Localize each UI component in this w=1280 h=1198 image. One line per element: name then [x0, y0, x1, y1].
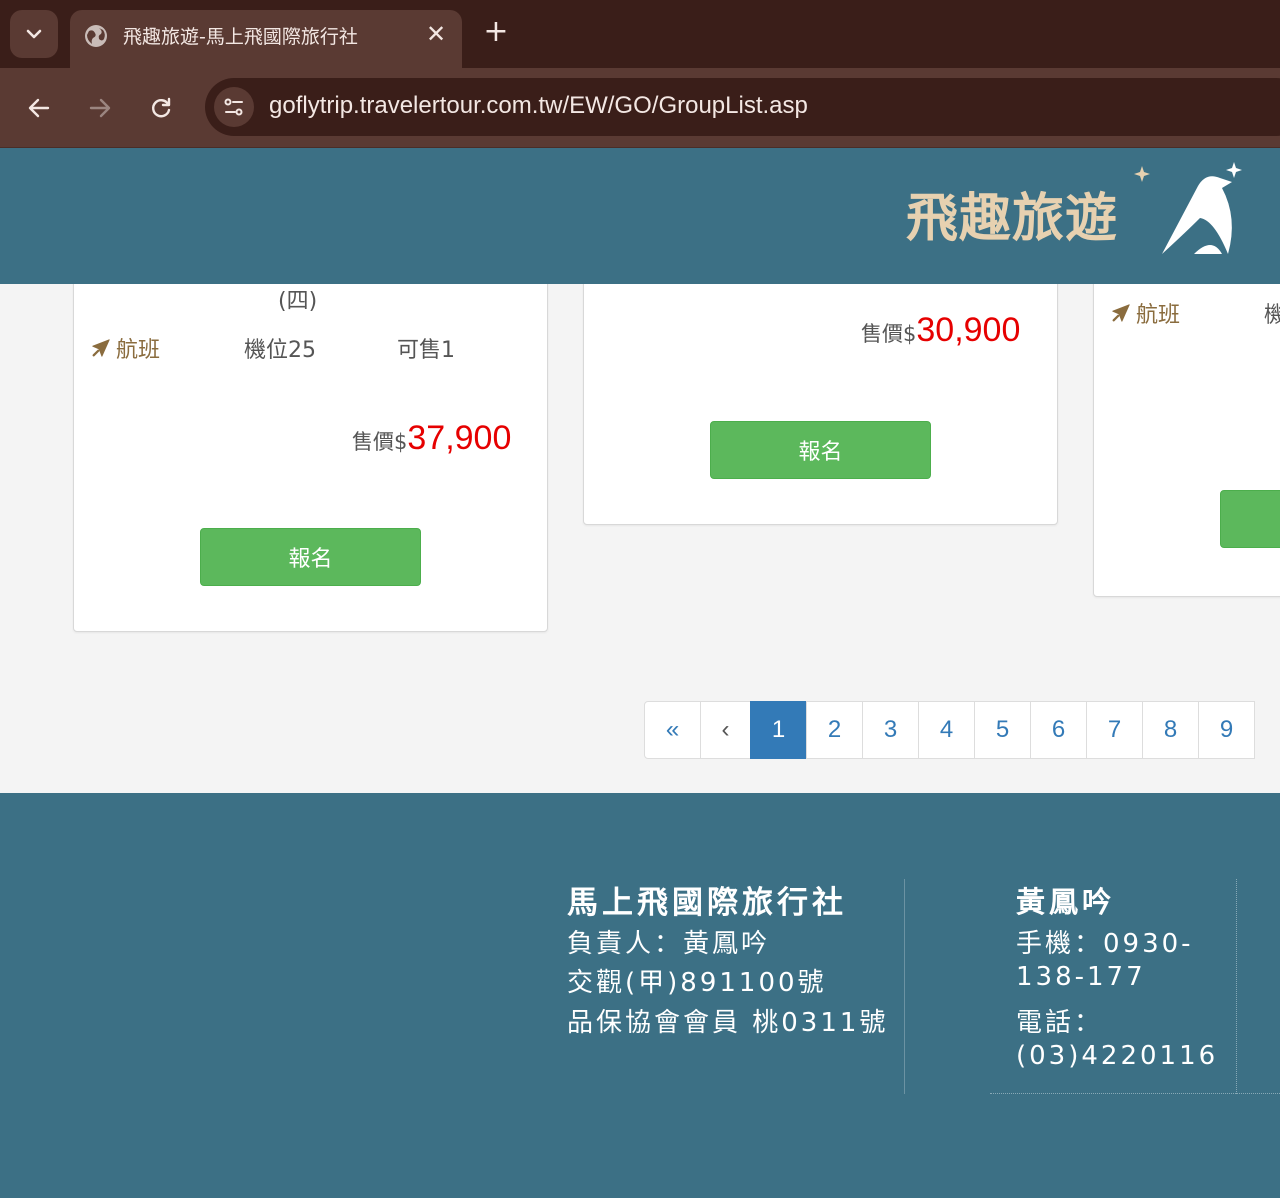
- pagination-page[interactable]: 7: [1086, 701, 1143, 759]
- reload-button[interactable]: [139, 86, 183, 130]
- flight-label: 航班: [1136, 303, 1181, 328]
- site-info-button[interactable]: [214, 87, 254, 127]
- price-prefix: 售價$: [352, 430, 408, 454]
- browser-tab[interactable]: 飛趣旅遊-馬上飛國際旅行社 ✕: [70, 10, 462, 68]
- chevron-down-icon: [26, 29, 42, 39]
- browser-toolbar: goflytrip.travelertour.com.tw/EW/GO/Grou…: [0, 68, 1280, 148]
- tab-title: 飛趣旅遊-馬上飛國際旅行社: [123, 26, 358, 48]
- signup-button[interactable]: 報名: [710, 421, 931, 479]
- signup-button[interactable]: [1220, 490, 1280, 548]
- pagination-page[interactable]: 1: [750, 701, 807, 759]
- footer-owner: 負責人：黃鳳吟: [567, 929, 771, 959]
- back-button[interactable]: [17, 86, 61, 130]
- seat-count: 機位25: [244, 338, 316, 363]
- price-prefix: 售價$: [861, 322, 917, 346]
- price-amount: 37,900: [407, 419, 512, 457]
- url-text[interactable]: goflytrip.travelertour.com.tw/EW/GO/Grou…: [269, 92, 808, 120]
- arrow-right-icon: [89, 98, 111, 118]
- price-amount: 30,900: [916, 311, 1021, 349]
- close-icon[interactable]: ✕: [422, 20, 450, 48]
- footer-mobile-number: 138-177: [1016, 962, 1146, 992]
- pagination-page[interactable]: 2: [806, 701, 863, 759]
- reload-icon: [152, 97, 171, 118]
- footer-phone-number: (03)4220116: [1016, 1041, 1219, 1071]
- pagination-page[interactable]: 6: [1030, 701, 1087, 759]
- browser-tabstrip: 飛趣旅遊-馬上飛國際旅行社 ✕ +: [0, 0, 1280, 68]
- flight-label: 航班: [116, 338, 161, 363]
- footer-dotted-rule: [990, 1093, 1280, 1094]
- forward-button[interactable]: [78, 86, 122, 130]
- flight-info-link[interactable]: 航班: [1110, 297, 1180, 329]
- tour-list: (四) 航班 機位25 可售1 售價$37,900 報名 售價$30,900 報…: [0, 284, 1280, 793]
- footer-divider: [904, 879, 905, 1094]
- footer-contact-name: 黃鳳吟: [1016, 885, 1116, 919]
- pagination-page[interactable]: 3: [862, 701, 919, 759]
- tour-card: 售價$30,900 報名: [583, 284, 1058, 525]
- price: 售價$37,900: [352, 419, 511, 458]
- tour-card: 航班 機: [1093, 284, 1280, 597]
- pagination-page[interactable]: 9: [1198, 701, 1255, 759]
- seat-count: 機: [1264, 303, 1280, 328]
- footer-license: 交觀(甲)891100號: [567, 968, 827, 998]
- footer-membership: 品保協會會員 桃0311號: [567, 1008, 889, 1038]
- arrow-left-icon: [28, 98, 50, 118]
- pagination-page[interactable]: 4: [918, 701, 975, 759]
- tab-search-button[interactable]: [10, 10, 58, 58]
- footer-dotted-divider: [1236, 879, 1237, 1094]
- signup-button[interactable]: 報名: [200, 528, 421, 586]
- available-count: 可售1: [397, 338, 455, 363]
- pagination-prev[interactable]: ‹: [700, 701, 751, 759]
- pagination-page[interactable]: 8: [1142, 701, 1199, 759]
- price: 售價$30,900: [861, 311, 1020, 350]
- plane-icon: [92, 339, 110, 357]
- plane-icon: [1112, 304, 1130, 322]
- pagination-page[interactable]: 5: [974, 701, 1031, 759]
- tour-card: (四) 航班 機位25 可售1 售價$37,900 報名: [73, 284, 548, 632]
- footer-company-name: 馬上飛國際旅行社: [567, 885, 847, 921]
- address-bar[interactable]: goflytrip.travelertour.com.tw/EW/GO/Grou…: [205, 78, 1280, 136]
- pagination: « ‹ 1 2 3 4 5 6 7 8 9: [644, 701, 1255, 759]
- bird-logo-icon[interactable]: [1128, 158, 1252, 268]
- footer-mobile-label: 手機：0930-: [1016, 929, 1194, 959]
- pagination-first[interactable]: «: [644, 701, 701, 759]
- site-logo-text[interactable]: 飛趣旅遊: [906, 176, 1118, 251]
- departure-weekday: (四): [278, 289, 318, 314]
- new-tab-button[interactable]: +: [478, 14, 514, 50]
- site-header: 飛趣旅遊: [0, 148, 1280, 284]
- footer-phone-label: 電話：: [1016, 1008, 1104, 1038]
- flight-info-link[interactable]: 航班: [90, 332, 160, 364]
- site-footer: 馬上飛國際旅行社 負責人：黃鳳吟 交觀(甲)891100號 品保協會會員 桃03…: [0, 793, 1280, 1198]
- globe-icon: [85, 25, 107, 47]
- tune-icon: [224, 98, 243, 116]
